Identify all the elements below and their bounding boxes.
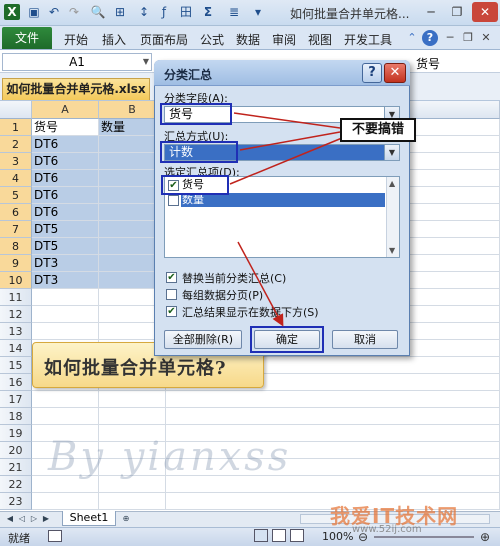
arrow-to-item bbox=[229, 137, 343, 185]
arrow-to-method bbox=[239, 131, 341, 151]
arrow-to-ok bbox=[237, 241, 284, 327]
brand-url: www.52ij.com bbox=[352, 524, 422, 535]
annotation-arrows bbox=[229, 112, 343, 327]
annotation-label: 不要搞错 bbox=[340, 118, 416, 142]
arrow-to-field bbox=[233, 112, 341, 129]
